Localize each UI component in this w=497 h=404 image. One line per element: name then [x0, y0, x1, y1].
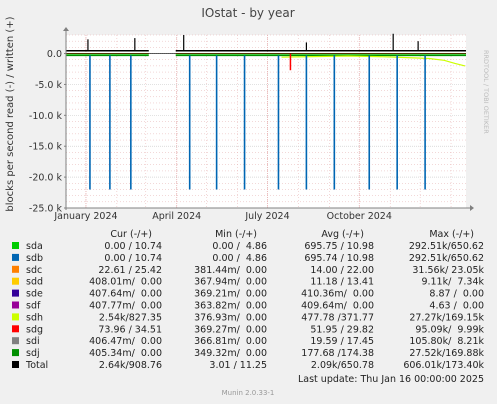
legend-min-sdg: 369.27m/ 0.00 — [194, 324, 267, 335]
legend-name-total: Total — [25, 360, 48, 371]
legend-avg-sda: 695.75 / 10.98 — [304, 241, 374, 252]
legend-swatch-sdg — [12, 325, 19, 333]
y-tick-label: 0.0 — [47, 49, 62, 60]
legend-max-sdf: 4.63 / 0.00 — [429, 301, 484, 312]
legend-avg-sdf: 409.64m/ 0.00 — [301, 301, 374, 312]
legend-swatch-sdj — [12, 349, 19, 357]
legend-cur-sdd: 408.01m/ 0.00 — [89, 277, 162, 288]
legend-avg-sdg: 51.95 / 29.82 — [310, 324, 374, 335]
legend-max-sdh: 27.27k/169.15k — [409, 312, 484, 323]
legend-swatch-sdh — [12, 313, 19, 321]
legend-min-sdf: 363.82m/ 0.00 — [194, 301, 267, 312]
legend-swatch-sde — [12, 289, 19, 297]
legend-avg-sde: 410.36m/ 0.00 — [301, 289, 374, 300]
chart-title: IOstat - by year — [201, 6, 294, 20]
legend-max-sdj: 27.52k/169.88k — [409, 348, 484, 359]
legend-cur-total: 2.64k/908.76 — [99, 360, 162, 371]
last-update: Last update: Thu Jan 16 00:00:00 2025 — [298, 374, 484, 385]
legend-min-sdj: 349.32m/ 0.00 — [194, 348, 267, 359]
legend-max-sda: 292.51k/650.62 — [409, 241, 484, 252]
legend-name-sda: sda — [26, 241, 43, 252]
rrdtool-watermark: RRDTOOL / TOBI OETIKER — [482, 50, 490, 134]
footer-version: Munin 2.0.33-1 — [222, 389, 275, 397]
y-tick-label: -15.0 k — [29, 142, 63, 153]
legend-swatch-sdd — [12, 277, 19, 285]
plot-area: 0.0-5.0 k-10.0 k-15.0 k-20.0 k-25.0 kJan… — [29, 27, 474, 222]
legend-header-max: Max (-/+) — [429, 229, 474, 240]
chart-svg: IOstat - by year blocks per second read … — [5, 6, 490, 397]
legend-max-sdd: 9.11k/ 7.34k — [421, 277, 484, 288]
legend-header-min: Min (-/+) — [215, 229, 257, 240]
x-axis-arrow — [470, 205, 474, 211]
legend-avg-sdj: 177.68 /174.38 — [301, 348, 374, 359]
x-tick-label: January 2024 — [53, 211, 117, 222]
legend-swatch-sdi — [12, 337, 19, 345]
y-tick-label: -5.0 k — [35, 80, 63, 91]
chart: IOstat - by year blocks per second read … — [0, 0, 497, 400]
legend-avg-sdb: 695.74 / 10.98 — [304, 253, 374, 264]
legend-cur-sda: 0.00 / 10.74 — [104, 241, 162, 252]
legend-avg-total: 2.09k/650.78 — [311, 360, 374, 371]
legend-avg-sdh: 477.78 /371.77 — [301, 312, 374, 323]
legend-name-sdd: sdd — [26, 277, 43, 288]
legend-swatch-total — [12, 361, 19, 368]
y-axis-arrow — [63, 27, 69, 31]
legend: Cur (-/+) Min (-/+) Avg (-/+) Max (-/+) sda 0… — [12, 229, 484, 371]
legend-name-sde: sde — [26, 289, 43, 300]
legend-swatch-sdf — [12, 301, 19, 309]
legend-avg-sdc: 14.00 / 22.00 — [310, 265, 374, 276]
legend-cur-sdh: 2.54k/827.35 — [99, 312, 162, 323]
y-axis-label: blocks per second read (-) / written (+) — [5, 16, 16, 211]
legend-name-sdh: sdh — [26, 312, 43, 323]
legend-max-sdi: 105.80k/ 8.21k — [409, 336, 484, 347]
x-tick-label: October 2024 — [327, 211, 392, 222]
x-tick-label: July 2024 — [244, 211, 289, 222]
legend-min-sde: 369.21m/ 0.00 — [194, 289, 267, 300]
legend-cur-sde: 407.64m/ 0.00 — [89, 289, 162, 300]
legend-cur-sdg: 73.96 / 34.51 — [98, 324, 162, 335]
legend-min-total: 3.01 / 11.25 — [209, 360, 267, 371]
legend-max-sdb: 292.51k/650.62 — [409, 253, 484, 264]
legend-min-sdh: 376.93m/ 0.00 — [194, 312, 267, 323]
y-tick-label: -10.0 k — [29, 111, 63, 122]
legend-swatch-sda — [12, 242, 19, 249]
legend-min-sdi: 366.81m/ 0.00 — [194, 336, 267, 347]
legend-header-avg: Avg (-/+) — [321, 229, 364, 240]
legend-cur-sdj: 405.34m/ 0.00 — [89, 348, 162, 359]
legend-max-sdc: 31.56k/ 23.05k — [412, 265, 484, 276]
legend-avg-sdd: 11.18 / 13.41 — [310, 277, 374, 288]
legend-avg-sdi: 19.59 / 17.45 — [310, 336, 374, 347]
legend-min-sdb: 0.00 / 4.86 — [212, 253, 267, 264]
x-tick-label: April 2024 — [152, 211, 201, 222]
legend-cur-sdf: 407.77m/ 0.00 — [89, 301, 162, 312]
legend-min-sdd: 367.94m/ 0.00 — [194, 277, 267, 288]
legend-min-sda: 0.00 / 4.86 — [212, 241, 267, 252]
legend-name-sdb: sdb — [26, 253, 43, 264]
legend-cur-sdc: 22.61 / 25.42 — [98, 265, 162, 276]
legend-swatch-sdb — [12, 253, 19, 261]
legend-name-sdg: sdg — [26, 324, 43, 335]
legend-name-sdc: sdc — [26, 265, 42, 276]
legend-name-sdj: sdj — [26, 348, 40, 359]
legend-name-sdf: sdf — [26, 301, 41, 312]
legend-max-sde: 8.87 / 0.00 — [429, 289, 484, 300]
legend-max-total: 606.01k/173.40k — [403, 360, 484, 371]
legend-cur-sdb: 0.00 / 10.74 — [104, 253, 162, 264]
legend-min-sdc: 381.44m/ 0.00 — [194, 265, 267, 276]
legend-max-sdg: 95.09k/ 9.99k — [415, 324, 484, 335]
y-tick-label: -20.0 k — [29, 173, 63, 184]
legend-cur-sdi: 406.47m/ 0.00 — [89, 336, 162, 347]
legend-name-sdi: sdi — [26, 336, 40, 347]
legend-swatch-sdc — [12, 265, 19, 273]
legend-header-cur: Cur (-/+) — [110, 229, 152, 240]
